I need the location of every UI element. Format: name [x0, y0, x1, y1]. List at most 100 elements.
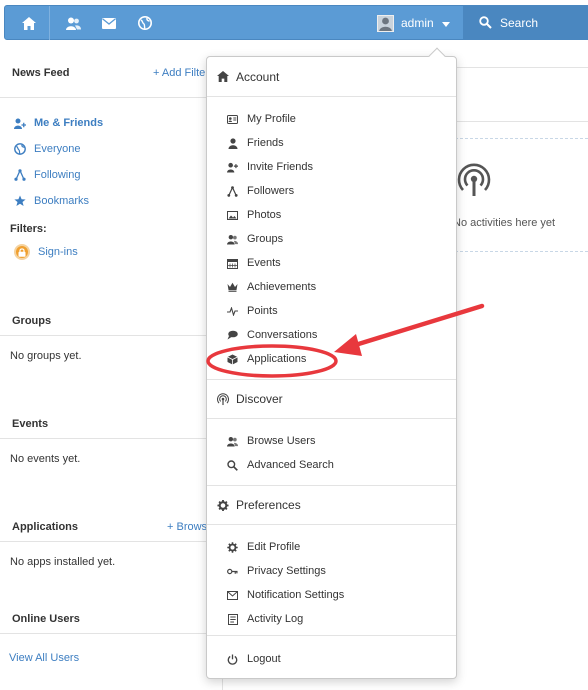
- id-card-icon: [227, 114, 238, 125]
- menu-followers[interactable]: Followers: [207, 179, 456, 203]
- groups-header: Groups: [0, 306, 222, 336]
- preferences-section-header: Preferences: [207, 485, 456, 525]
- menu-browse-users[interactable]: Browse Users: [207, 429, 456, 453]
- globe-icon[interactable]: [137, 15, 153, 31]
- person-icon: [227, 137, 238, 149]
- news-feed-title: News Feed: [12, 66, 70, 79]
- events-title: Events: [12, 417, 49, 430]
- add-person-icon: [227, 162, 238, 173]
- cube-icon: [227, 354, 238, 365]
- menu-points-label: Points: [247, 305, 278, 317]
- menu-privacy-settings[interactable]: Privacy Settings: [207, 559, 456, 583]
- account-section-header: Account: [207, 57, 456, 97]
- home-icon: [217, 71, 229, 83]
- power-icon: [227, 654, 238, 665]
- gear-icon: [217, 499, 229, 511]
- feed-me-friends[interactable]: Me & Friends: [0, 110, 222, 136]
- menu-friends[interactable]: Friends: [207, 131, 456, 155]
- followers-icon: [227, 185, 238, 197]
- feed-bookmarks[interactable]: Bookmarks: [0, 188, 222, 214]
- menu-advanced-search[interactable]: Advanced Search: [207, 453, 456, 477]
- user-dropdown-menu: Account My Profile Friends Invite Friend…: [206, 47, 457, 679]
- menu-events-label: Events: [247, 257, 281, 269]
- search-label: Search: [500, 15, 539, 30]
- main-divider: [456, 121, 588, 122]
- menu-my-profile-label: My Profile: [247, 113, 296, 125]
- news-feed-header: News Feed + Add Filter: [0, 48, 222, 98]
- preferences-title: Preferences: [236, 498, 301, 512]
- feed-bookmarks-label: Bookmarks: [34, 195, 90, 207]
- menu-applications-label: Applications: [247, 353, 307, 365]
- menu-advanced-search-label: Advanced Search: [247, 459, 334, 471]
- group-icon: [227, 234, 238, 245]
- menu-invite-friends-label: Invite Friends: [247, 161, 314, 173]
- discover-title: Discover: [236, 392, 283, 406]
- menu-logout-label: Logout: [247, 653, 281, 665]
- menu-friends-label: Friends: [247, 137, 284, 149]
- menu-edit-profile-label: Edit Profile: [247, 541, 301, 553]
- mail-icon[interactable]: [101, 15, 117, 31]
- menu-photos[interactable]: Photos: [207, 203, 456, 227]
- chevron-down-icon: [441, 21, 450, 27]
- applications-empty-text: No apps installed yet.: [10, 556, 116, 568]
- search-icon: [227, 459, 238, 471]
- username-label: admin: [401, 16, 434, 30]
- menu-invite-friends[interactable]: Invite Friends: [207, 155, 456, 179]
- online-users-title: Online Users: [12, 612, 80, 625]
- globe-icon: [14, 143, 26, 155]
- chat-icon: [227, 330, 238, 341]
- menu-activity-log[interactable]: Activity Log: [207, 607, 456, 631]
- menu-notification-settings[interactable]: Notification Settings: [207, 583, 456, 607]
- pulse-icon: [227, 306, 238, 317]
- menu-conversations[interactable]: Conversations: [207, 323, 456, 347]
- gear-icon: [227, 541, 238, 553]
- photo-icon: [227, 210, 238, 221]
- applications-title: Applications: [12, 520, 79, 533]
- online-users-header: Online Users: [0, 604, 222, 634]
- menu-achievements-label: Achievements: [247, 281, 317, 293]
- groups-title: Groups: [12, 314, 52, 327]
- menu-achievements[interactable]: Achievements: [207, 275, 456, 299]
- crown-icon: [227, 282, 238, 293]
- menu-privacy-settings-label: Privacy Settings: [247, 565, 326, 577]
- feed-following[interactable]: Following: [0, 162, 222, 188]
- feed-everyone[interactable]: Everyone: [0, 136, 222, 162]
- menu-logout[interactable]: Logout: [207, 647, 456, 671]
- filters-label: Filters:: [10, 223, 47, 235]
- home-icon[interactable]: [21, 15, 37, 31]
- account-title: Account: [236, 69, 280, 84]
- menu-points[interactable]: Points: [207, 299, 456, 323]
- friends-icon[interactable]: [65, 15, 81, 31]
- lock-icon: [14, 244, 30, 260]
- following-icon: [14, 169, 26, 181]
- user-menu-toggle[interactable]: admin: [377, 12, 450, 34]
- left-sidebar: News Feed + Add Filter Me & Friends Ever…: [0, 48, 222, 668]
- envelope-icon: [227, 590, 238, 601]
- users-icon: [14, 117, 26, 129]
- menu-groups[interactable]: Groups: [207, 227, 456, 251]
- menu-browse-users-label: Browse Users: [247, 435, 316, 447]
- events-header: Events: [0, 409, 222, 439]
- menu-followers-label: Followers: [247, 185, 295, 197]
- menu-applications[interactable]: Applications: [207, 347, 456, 371]
- activity-empty-text: No activities here yet: [453, 217, 556, 229]
- events-empty-text: No events yet.: [10, 453, 81, 465]
- menu-divider: [207, 635, 456, 636]
- menu-conversations-label: Conversations: [247, 329, 318, 341]
- menu-photos-label: Photos: [247, 209, 282, 221]
- users-icon: [227, 436, 238, 447]
- menu-activity-log-label: Activity Log: [247, 613, 304, 625]
- nav-separator: [49, 6, 50, 40]
- menu-notification-settings-label: Notification Settings: [247, 589, 345, 601]
- search-button[interactable]: Search: [463, 5, 588, 40]
- discover-section-header: Discover: [207, 379, 456, 419]
- key-icon: [227, 566, 238, 577]
- view-all-users-link[interactable]: View All Users: [0, 648, 222, 668]
- filter-sign-ins[interactable]: Sign-ins: [0, 238, 222, 266]
- menu-edit-profile[interactable]: Edit Profile: [207, 535, 456, 559]
- feed-me-friends-label: Me & Friends: [34, 117, 104, 129]
- menu-events[interactable]: Events: [207, 251, 456, 275]
- menu-my-profile[interactable]: My Profile: [207, 107, 456, 131]
- groups-empty-text: No groups yet.: [10, 350, 82, 362]
- star-icon: [14, 195, 26, 207]
